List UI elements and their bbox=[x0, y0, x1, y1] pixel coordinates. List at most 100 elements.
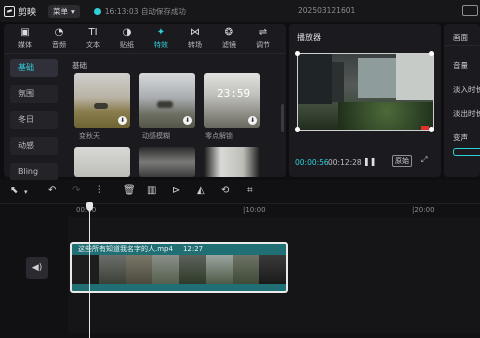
cloud-saved-icon bbox=[93, 7, 101, 15]
video-clip[interactable]: 这些所有知道我名字的人.mp4 12:27 bbox=[70, 242, 288, 293]
capcut-logo-icon bbox=[4, 5, 15, 17]
total-time: 00:12:28 bbox=[328, 158, 362, 167]
tab-label: 特效 bbox=[154, 41, 168, 49]
tab-audio[interactable]: ◔ 音频 bbox=[42, 27, 76, 50]
player-panel: 播放器 00:00:56 00:12:28 ❚❚ 原始 ⤢ bbox=[289, 24, 441, 177]
reverse-icon[interactable]: ⊳ bbox=[172, 185, 180, 196]
tab-sticker[interactable]: ◑ 贴纸 bbox=[110, 27, 144, 50]
deer-shape bbox=[157, 101, 173, 108]
crop-icon[interactable]: ⌗ bbox=[247, 185, 253, 196]
rotate-icon[interactable]: ⟲ bbox=[221, 185, 229, 196]
save-status-text: 16:13:03 自动保存成功 bbox=[104, 6, 186, 16]
tool-tabs: ▣ 媒体 ◔ 音频 TI 文本 ◑ 贴纸 ✦ 特效 ⋈ 转场 ❂ 滤镜 ⇌ 调节 bbox=[4, 24, 286, 50]
menu-label: 菜单 bbox=[53, 6, 69, 16]
title-bar: 剪映 菜单 ▾ 16:13:03 自动保存成功 202503121601 bbox=[0, 0, 480, 22]
tab-label: 转场 bbox=[188, 41, 202, 49]
category-item[interactable]: 基础 bbox=[10, 59, 58, 77]
freeze-frame-icon[interactable]: ▥ bbox=[147, 185, 156, 196]
effect-label-1: 动感模糊 bbox=[142, 132, 170, 140]
timeline: ⬉ ▾ ↶ ↷ ⫶ 🗑 ▥ ⊳ ◭ ⟲ ⌗ 00:00 |10:00 |20:0… bbox=[0, 180, 480, 338]
effects-panel: ▣ 媒体 ◔ 音频 TI 文本 ◑ 贴纸 ✦ 特效 ⋈ 转场 ❂ 滤镜 ⇌ 调节 基础 氛围 冬日 动感 Bling … bbox=[4, 24, 286, 181]
effect-card-1[interactable]: ⬇ bbox=[139, 73, 195, 128]
tab-label: 文本 bbox=[86, 41, 100, 49]
prop-label: 音量 bbox=[453, 61, 468, 70]
clip-name: 这些所有知道我名字的人.mp4 bbox=[78, 245, 173, 253]
delete-icon[interactable]: 🗑 bbox=[123, 185, 136, 196]
download-icon[interactable]: ⬇ bbox=[118, 116, 127, 125]
tab-picture[interactable]: 画面 bbox=[453, 32, 468, 43]
text-icon: TI bbox=[88, 27, 98, 38]
project-name[interactable]: 202503121601 bbox=[298, 6, 355, 15]
playhead[interactable] bbox=[89, 203, 90, 338]
tab-label: 音频 bbox=[52, 41, 66, 49]
clip-thumbnails bbox=[72, 255, 286, 284]
filter-icon: ❂ bbox=[224, 27, 234, 38]
pause-icon[interactable]: ❚❚ bbox=[363, 157, 376, 166]
properties-panel: 画面 音量 淡入时长 淡出时长 变声 bbox=[444, 24, 480, 177]
crop-handle[interactable] bbox=[295, 51, 300, 56]
transition-icon: ⋈ bbox=[190, 27, 200, 38]
category-item[interactable]: 氛围 bbox=[10, 85, 58, 103]
effect-card-0[interactable]: ⬇ bbox=[74, 73, 130, 128]
mirror-icon[interactable]: ◭ bbox=[197, 185, 205, 196]
category-item[interactable]: Bling bbox=[10, 163, 58, 181]
audio-icon: ◔ bbox=[54, 27, 64, 38]
tab-label: 媒体 bbox=[18, 41, 32, 49]
save-status: 16:13:03 自动保存成功 bbox=[93, 6, 186, 17]
app-name: 剪映 bbox=[18, 7, 37, 18]
effect-card-4[interactable] bbox=[139, 147, 195, 177]
clip-title: 这些所有知道我名字的人.mp4 12:27 bbox=[78, 244, 203, 254]
effect-categories: 基础氛围冬日动感 Bling bbox=[10, 59, 58, 189]
divider bbox=[444, 45, 480, 46]
crop-handle[interactable] bbox=[429, 127, 434, 132]
timeline-toolbar: ⬉ ▾ ↶ ↷ ⫶ 🗑 ▥ ⊳ ◭ ⟲ ⌗ bbox=[0, 180, 480, 204]
media-icon: ▣ bbox=[20, 27, 30, 38]
menu-button[interactable]: 菜单 ▾ bbox=[48, 4, 80, 18]
tab-effects[interactable]: ✦ 特效 bbox=[144, 27, 178, 50]
effect-label-0: 变秋天 bbox=[79, 132, 100, 140]
fullscreen-icon[interactable]: ⤢ bbox=[421, 155, 427, 165]
effect-overlay-text: 23:59 bbox=[217, 87, 251, 100]
sticker-icon: ◑ bbox=[122, 27, 132, 38]
voice-changer-selector[interactable] bbox=[453, 148, 480, 156]
crop-handle[interactable] bbox=[429, 51, 434, 56]
prop-label: 淡出时长 bbox=[453, 109, 480, 118]
undo-icon[interactable]: ↶ bbox=[48, 185, 56, 196]
video-preview[interactable] bbox=[297, 53, 434, 131]
effect-card-5[interactable] bbox=[204, 147, 260, 177]
tab-label: 调节 bbox=[256, 41, 270, 49]
tab-media[interactable]: ▣ 媒体 bbox=[8, 27, 42, 50]
redo-icon[interactable]: ↷ bbox=[72, 185, 80, 196]
divider bbox=[4, 53, 286, 54]
adjust-icon: ⇌ bbox=[258, 27, 268, 38]
category-item[interactable]: 冬日 bbox=[10, 111, 58, 129]
prop-label: 变声 bbox=[453, 133, 468, 142]
tab-filter[interactable]: ❂ 滤镜 bbox=[212, 27, 246, 50]
clip-duration: 12:27 bbox=[182, 245, 204, 253]
download-icon[interactable]: ⬇ bbox=[183, 116, 192, 125]
split-icon[interactable]: ⫶ bbox=[98, 185, 101, 196]
effect-card-2[interactable]: 23:59 ⬇ bbox=[204, 73, 260, 128]
tab-text[interactable]: TI 文本 bbox=[76, 27, 110, 50]
layout-icon[interactable] bbox=[462, 5, 478, 16]
track-mute-icon[interactable]: ◀) bbox=[26, 257, 48, 279]
deer-shape bbox=[94, 103, 108, 109]
tab-transition[interactable]: ⋈ 转场 bbox=[178, 27, 212, 50]
effect-card-3[interactable] bbox=[74, 147, 130, 177]
chevron-down-icon[interactable]: ▾ bbox=[24, 188, 28, 196]
download-icon[interactable]: ⬇ bbox=[248, 116, 257, 125]
category-item[interactable]: 动感 bbox=[10, 137, 58, 155]
effects-icon: ✦ bbox=[156, 27, 166, 38]
crop-handle[interactable] bbox=[295, 127, 300, 132]
player-title: 播放器 bbox=[297, 33, 321, 42]
effect-label-2: 零点解锁 bbox=[205, 132, 233, 140]
current-time: 00:00:56 bbox=[295, 158, 329, 167]
aspect-ratio-button[interactable]: 原始 bbox=[392, 155, 412, 167]
prop-label: 淡入时长 bbox=[453, 85, 480, 94]
app-logo: 剪映 bbox=[4, 5, 36, 18]
scrollbar[interactable] bbox=[281, 104, 284, 132]
time-ruler[interactable]: 00:00 |10:00 |20:00 bbox=[0, 205, 480, 217]
tab-label: 滤镜 bbox=[222, 41, 236, 49]
select-cursor-icon[interactable]: ⬉ bbox=[10, 185, 18, 196]
tab-adjust[interactable]: ⇌ 调节 bbox=[246, 27, 280, 50]
